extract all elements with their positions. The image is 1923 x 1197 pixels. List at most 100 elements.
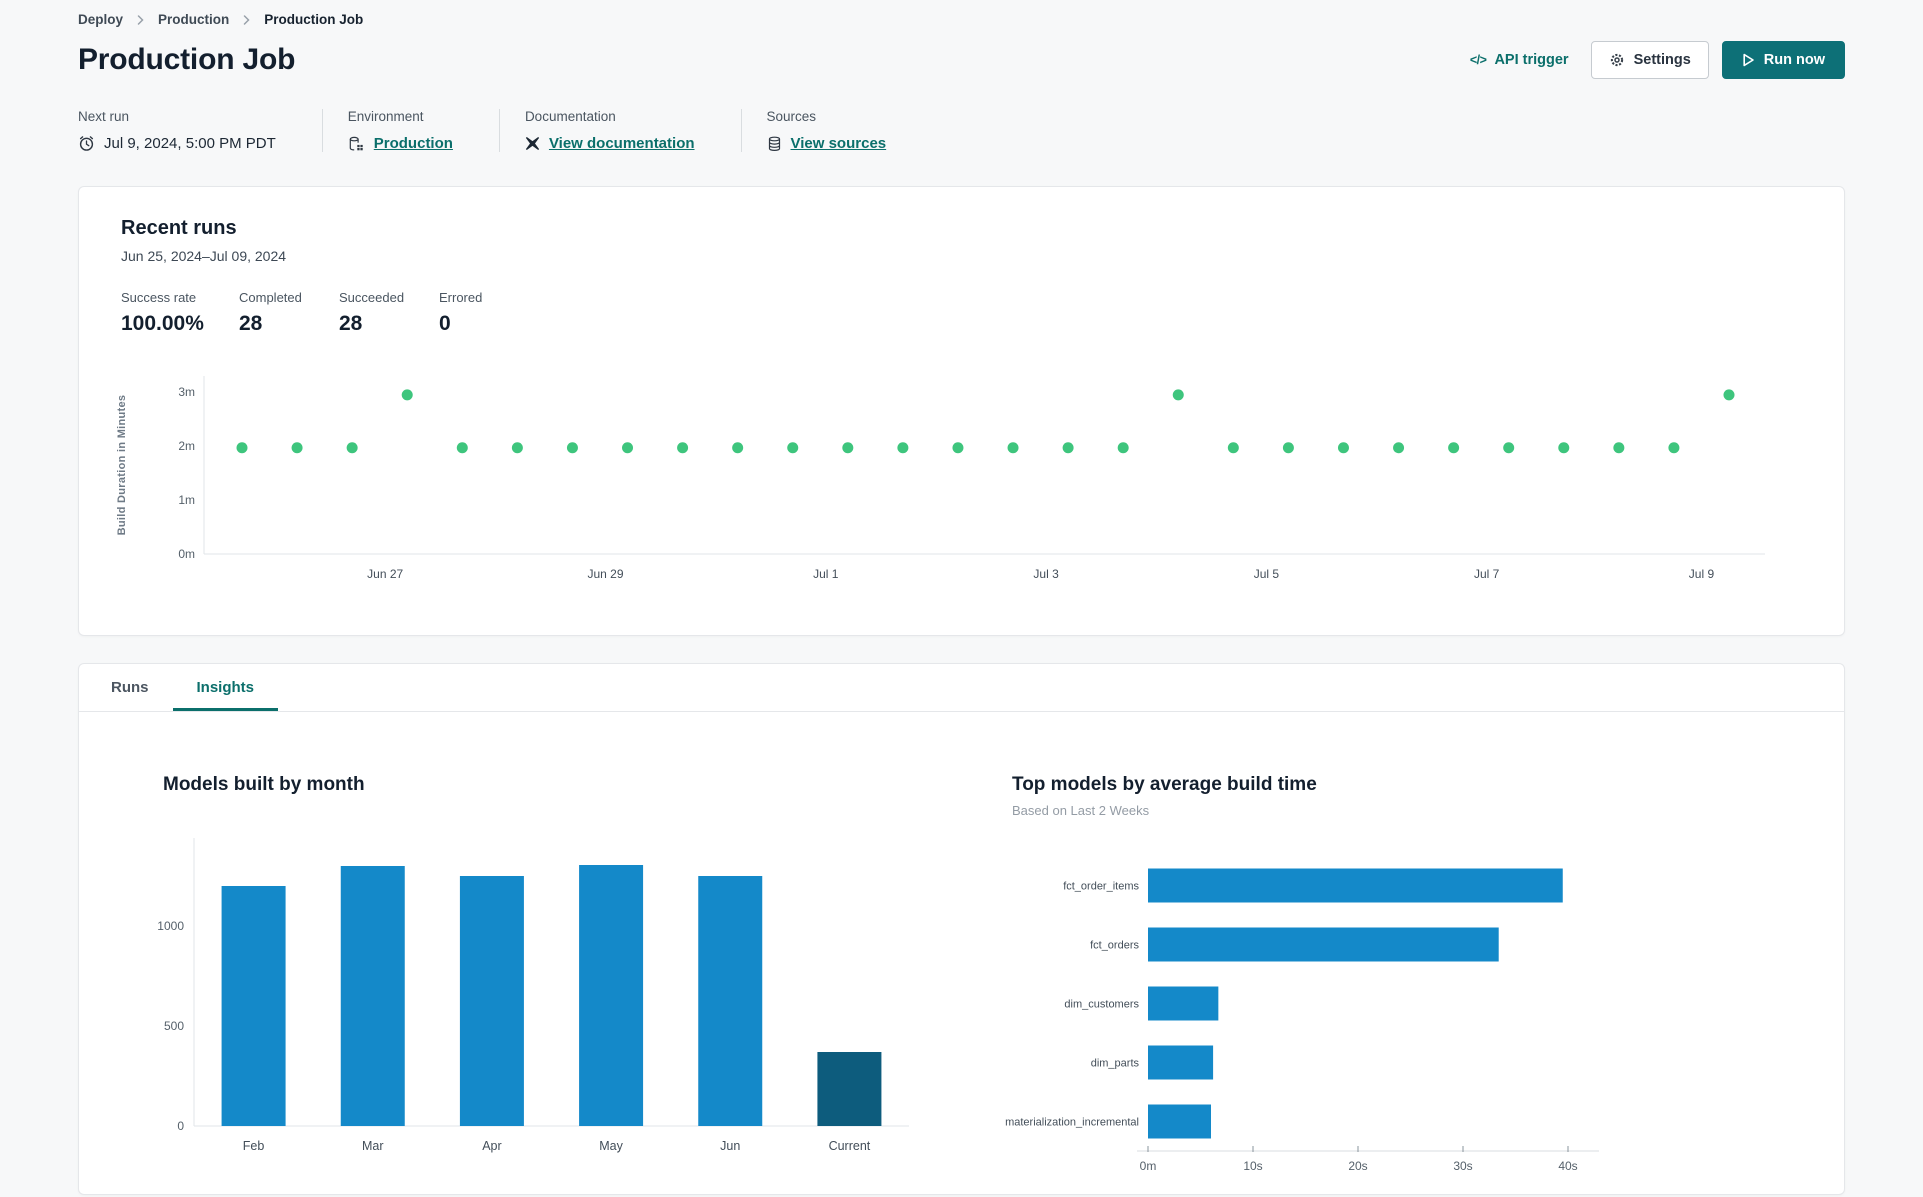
run-point[interactable] (842, 442, 854, 454)
play-icon (1742, 53, 1755, 67)
settings-button[interactable]: Settings (1590, 41, 1709, 79)
environment-link[interactable]: Production (374, 135, 453, 152)
run-now-button[interactable]: Run now (1721, 41, 1845, 79)
production-job-page: Deploy Production Production Job Product… (0, 0, 1923, 1195)
model-bar[interactable] (1148, 1045, 1214, 1080)
insights-card: Runs Insights Models built by month 0 500… (78, 663, 1845, 1195)
month-bar[interactable] (817, 1052, 882, 1126)
month-bar[interactable] (221, 886, 286, 1126)
svg-text:2m: 2m (178, 439, 195, 453)
run-point[interactable] (1007, 442, 1019, 454)
run-point[interactable] (897, 442, 909, 454)
run-point[interactable] (732, 442, 744, 454)
stat-value: 100.00% (121, 312, 204, 335)
svg-text:40s: 40s (1558, 1159, 1577, 1173)
svg-text:Jun 29: Jun 29 (587, 567, 623, 581)
top-models-section: Top models by average build time Based o… (919, 712, 1844, 1184)
svg-text:Current: Current (829, 1139, 871, 1153)
svg-text:Mar: Mar (362, 1139, 384, 1153)
run-point[interactable] (511, 442, 523, 454)
scatter-points (236, 389, 1735, 454)
run-point[interactable] (1062, 442, 1074, 454)
view-sources-link[interactable]: View sources (791, 135, 887, 152)
svg-text:Apr: Apr (482, 1139, 501, 1153)
svg-text:Jun 27: Jun 27 (367, 567, 403, 581)
header-actions: </> API trigger Settings Run now (1470, 41, 1845, 79)
documentation-value-row: View documentation (525, 135, 695, 152)
job-info-row: Next run Jul 9, 2024, 5:00 PM PDT Enviro… (78, 109, 1845, 152)
run-point[interactable] (1282, 442, 1294, 454)
run-point[interactable] (622, 442, 634, 454)
run-point[interactable] (1613, 442, 1625, 454)
run-point[interactable] (787, 442, 799, 454)
environment-section: Environment Production (321, 109, 499, 152)
svg-text:fct_orders: fct_orders (1090, 940, 1139, 952)
sources-section: Sources View sources (740, 109, 933, 152)
bar-svg: 0 500 1000 Feb Mar Apr May Jun Current (157, 838, 909, 1153)
next-run-value-row: Jul 9, 2024, 5:00 PM PDT (78, 135, 276, 152)
page-header: Production Job </> API trigger Settings … (78, 41, 1845, 79)
run-point[interactable] (1172, 389, 1184, 401)
run-point[interactable] (1558, 442, 1570, 454)
stat-label: Completed (239, 290, 302, 305)
view-documentation-link[interactable]: View documentation (549, 135, 695, 152)
gear-icon (1609, 52, 1625, 68)
run-point[interactable] (1668, 442, 1680, 454)
run-point[interactable] (456, 442, 468, 454)
breadcrumb-deploy[interactable]: Deploy (78, 12, 123, 27)
settings-label: Settings (1633, 52, 1691, 68)
month-bar[interactable] (698, 876, 763, 1126)
run-point[interactable] (1723, 389, 1735, 401)
svg-text:0m: 0m (178, 547, 195, 561)
run-point[interactable] (952, 442, 964, 454)
models-by-month-chart: 0 500 1000 Feb Mar Apr May Jun Current (119, 826, 919, 1171)
recent-runs-stats: Success rate 100.00% Completed 28 Succee… (99, 290, 1824, 336)
run-point[interactable] (401, 389, 413, 401)
scatter-svg: 0m 1m 2m 3m Build Duration in Minutes Jun 27 J… (116, 376, 1765, 581)
run-point[interactable] (236, 442, 248, 454)
svg-text:3m: 3m (178, 385, 195, 399)
tab-insights[interactable]: Insights (172, 664, 279, 711)
run-point[interactable] (566, 442, 578, 454)
run-point[interactable] (1503, 442, 1515, 454)
stat-completed: Completed 28 (239, 290, 339, 336)
svg-text:Jul 1: Jul 1 (813, 567, 839, 581)
svg-text:1000: 1000 (157, 919, 184, 933)
environment-database-icon (348, 136, 365, 152)
model-bar[interactable] (1148, 868, 1563, 903)
top-models-subtitle: Based on Last 2 Weeks (1012, 803, 1150, 818)
svg-text:Jul 7: Jul 7 (1474, 567, 1500, 581)
run-point[interactable] (1393, 442, 1405, 454)
month-bar[interactable] (459, 876, 524, 1126)
month-bar[interactable] (579, 865, 644, 1126)
run-point[interactable] (1227, 442, 1239, 454)
sources-label: Sources (766, 109, 817, 124)
chevron-right-icon (137, 14, 144, 25)
model-bar[interactable] (1148, 986, 1219, 1021)
environment-value-row: Production (348, 135, 453, 152)
breadcrumb: Deploy Production Production Job (78, 12, 1845, 27)
run-point[interactable] (1337, 442, 1349, 454)
breadcrumb-production-job: Production Job (264, 12, 364, 27)
model-bar[interactable] (1148, 927, 1499, 962)
api-trigger-link[interactable]: </> API trigger (1470, 52, 1569, 68)
svg-text:500: 500 (164, 1019, 184, 1033)
recent-runs-title: Recent runs (121, 217, 237, 239)
environment-label: Environment (347, 109, 424, 124)
run-point[interactable] (291, 442, 303, 454)
breadcrumb-production[interactable]: Production (158, 12, 229, 27)
tab-runs[interactable]: Runs (87, 664, 173, 711)
run-point[interactable] (677, 442, 689, 454)
month-bar[interactable] (340, 866, 405, 1126)
svg-text:fct_order_items: fct_order_items (1063, 881, 1139, 893)
model-bar[interactable] (1148, 1104, 1211, 1139)
stat-label: Errored (439, 290, 483, 305)
run-point[interactable] (1117, 442, 1129, 454)
dbt-logo-icon (525, 136, 540, 151)
svg-text:dim_parts: dim_parts (1091, 1058, 1140, 1070)
run-point[interactable] (1448, 442, 1460, 454)
run-point[interactable] (346, 442, 358, 454)
api-trigger-label: API trigger (1494, 52, 1569, 68)
svg-text:0: 0 (177, 1119, 184, 1133)
code-icon: </> (1469, 53, 1487, 67)
